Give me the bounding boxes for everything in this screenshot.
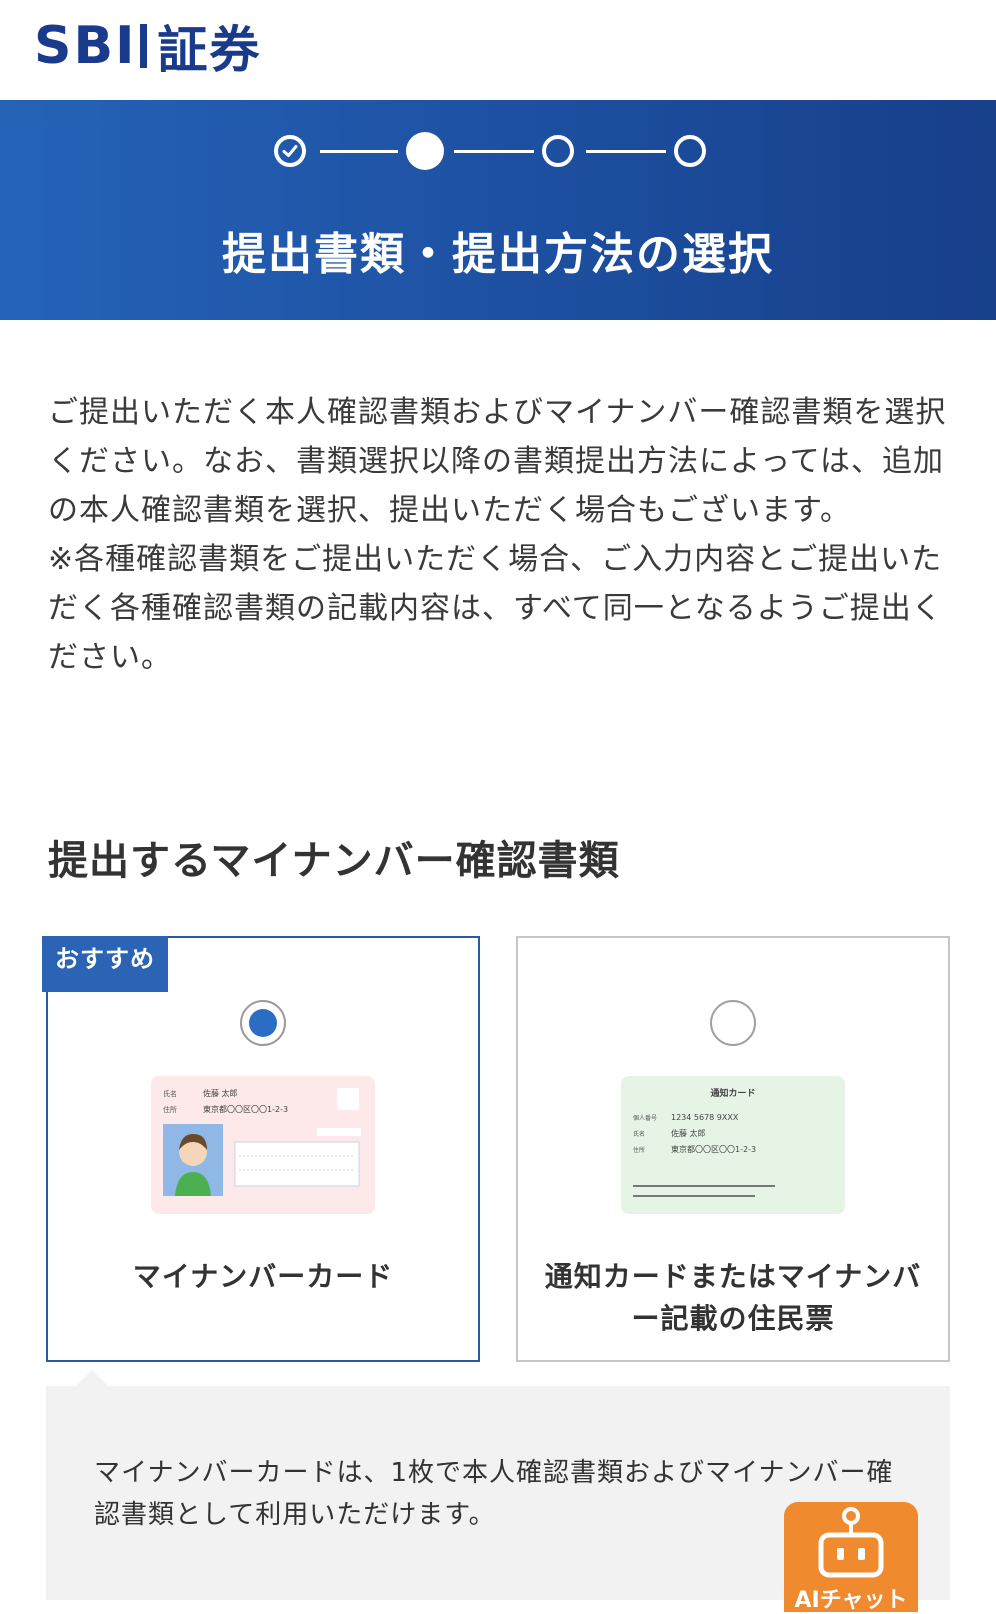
logo-divider [140,24,148,68]
radio-selected[interactable] [240,1000,286,1046]
notification-card-illustration: 通知カード 個人番号 1234 5678 9XXX 氏名 佐藤 太郎 住所 東京… [621,1076,845,1214]
page-header-banner: 提出書類・提出方法の選択 [0,100,996,320]
step-connector [320,150,398,153]
intro-paragraph-2: ※各種確認書類をご提出いただく場合、ご入力内容とご提出いただく各種確認書類の記載… [48,542,943,675]
ai-chat-button[interactable]: AIチャット [784,1502,918,1613]
card-name: 佐藤 太郎 [203,1088,238,1098]
logo-japanese: 証券 [157,21,262,79]
logo-latin: SBI [34,16,137,76]
card-number-label: 個人番号 [633,1114,657,1122]
sbi-logo[interactable]: SBI 証券 [34,10,261,82]
intro-text: ご提出いただく本人確認書類およびマイナンバー確認書類を選択ください。なお、書類選… [48,388,948,682]
mynumber-card-illustration: 氏名 佐藤 太郎 住所 東京都〇〇区〇〇1-2-3 [151,1076,375,1214]
option-label: 通知カードまたはマイナンバー記載の住民票 [544,1260,922,1335]
signature-box [234,1141,360,1187]
chip-placeholder [337,1088,359,1110]
app-header: SBI 証券 [0,0,996,100]
intro-paragraph-1: ご提出いただく本人確認書類およびマイナンバー確認書類を選択ください。なお、書類選… [48,395,947,528]
option-mynumber-card[interactable]: おすすめ 氏名 佐藤 太郎 住所 東京都〇〇区〇〇1-2-3 マイナンバーカード [42,936,480,1362]
card-address-label: 住所 [633,1146,645,1154]
recommended-badge: おすすめ [42,936,168,992]
check-icon [282,145,298,157]
card-name: 佐藤 太郎 [671,1128,706,1138]
card-address: 東京都〇〇区〇〇1-2-3 [671,1144,756,1154]
step-2-current [406,132,444,170]
radio-unselected[interactable] [710,1000,756,1046]
step-1-completed [274,135,306,167]
card-name-label: 氏名 [633,1130,645,1138]
card-name-label: 氏名 [163,1089,177,1098]
step-3-pending [542,135,574,167]
card-address-label: 住所 [163,1105,177,1114]
step-connector [454,150,534,153]
option-label: マイナンバーカード [132,1260,394,1293]
page-title: 提出書類・提出方法の選択 [222,229,774,280]
section-title: 提出するマイナンバー確認書類 [48,838,620,884]
card-address: 東京都〇〇区〇〇1-2-3 [203,1104,288,1114]
step-4-pending [674,135,706,167]
ai-chat-label: AIチャット [794,1588,908,1613]
card-title: 通知カード [710,1087,755,1099]
step-connector [586,150,666,153]
card-number: 1234 5678 9XXX [671,1113,739,1122]
option-notification-card[interactable]: 通知カード 個人番号 1234 5678 9XXX 氏名 佐藤 太郎 住所 東京… [516,936,950,1362]
robot-icon [818,1507,884,1578]
progress-stepper [274,132,710,173]
